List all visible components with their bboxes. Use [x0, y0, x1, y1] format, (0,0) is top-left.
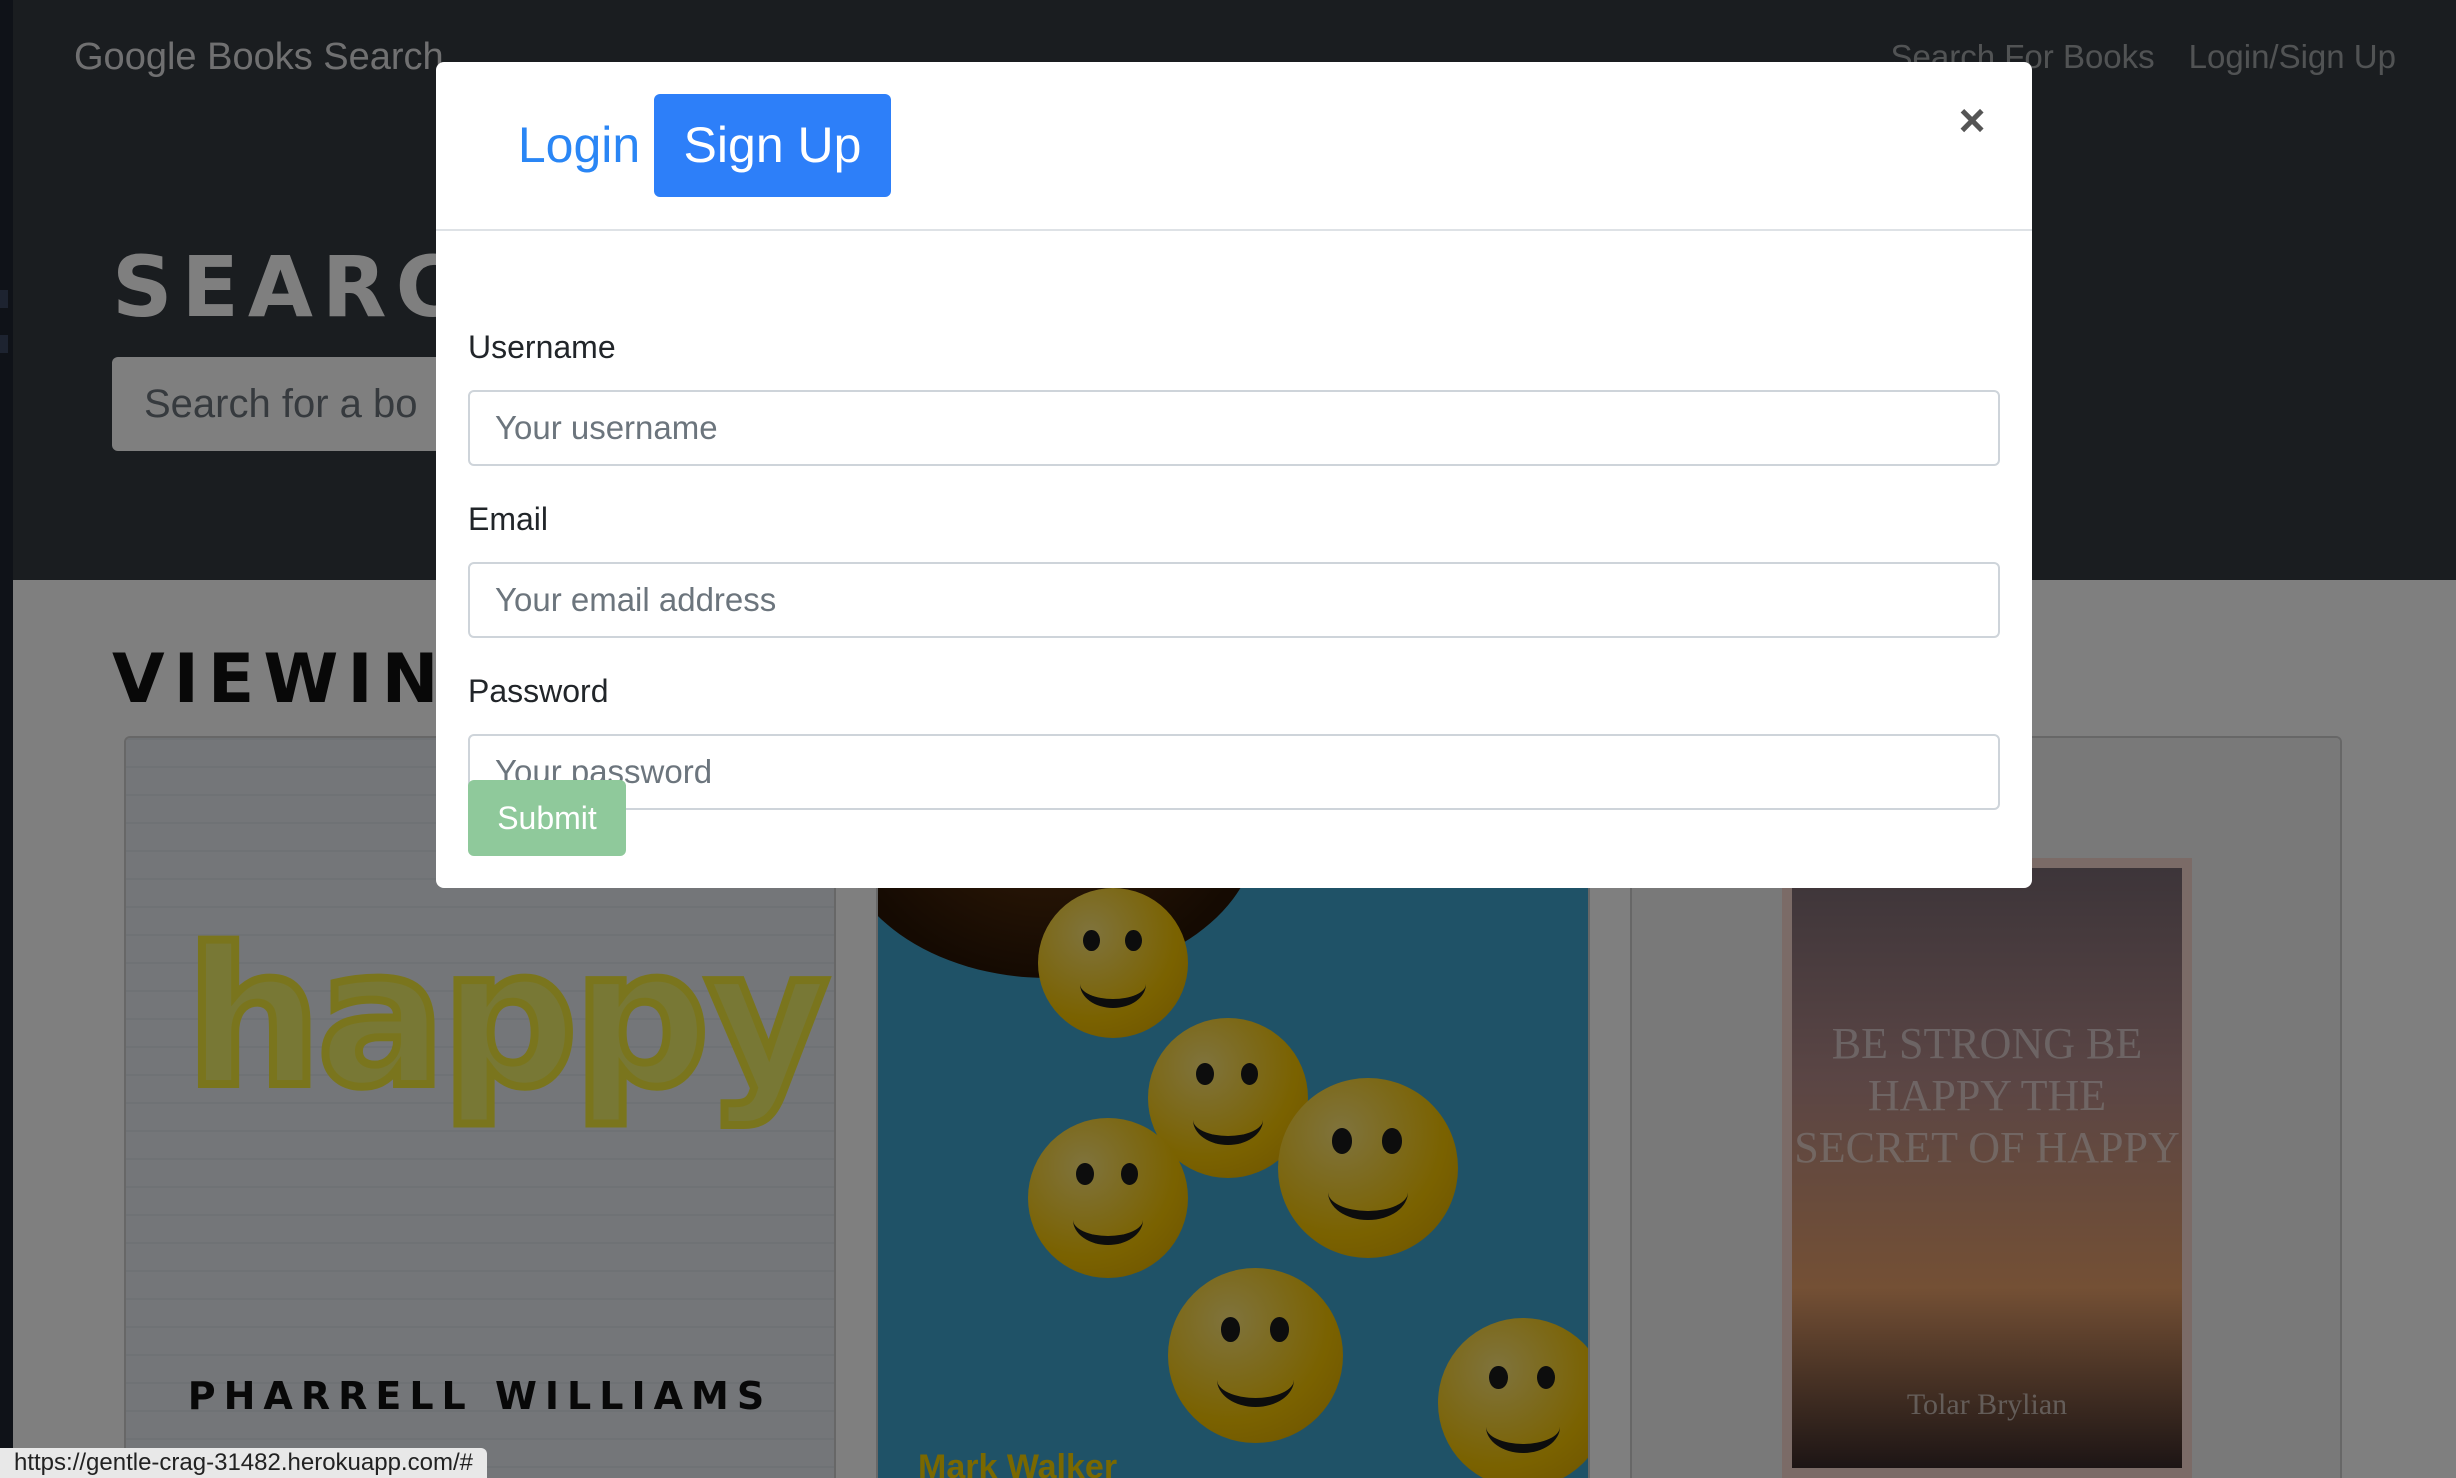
page: Google Books Search Search For Books Log…	[0, 0, 2456, 1478]
status-bar-url: https://gentle-crag-31482.herokuapp.com/…	[0, 1448, 487, 1478]
tab-signup[interactable]: Sign Up	[654, 94, 891, 197]
username-field[interactable]: Your username	[468, 390, 2000, 466]
username-label: Username	[468, 329, 616, 365]
close-icon[interactable]: ×	[1950, 97, 1994, 143]
email-label: Email	[468, 501, 549, 537]
submit-button[interactable]: Submit	[468, 780, 626, 856]
signup-modal: Login Sign Up × Username Your username E…	[436, 62, 2032, 888]
password-field[interactable]: Your password	[468, 734, 2000, 810]
modal-header: Login Sign Up ×	[436, 62, 2032, 231]
email-field[interactable]: Your email address	[468, 562, 2000, 638]
password-label: Password	[468, 673, 609, 709]
